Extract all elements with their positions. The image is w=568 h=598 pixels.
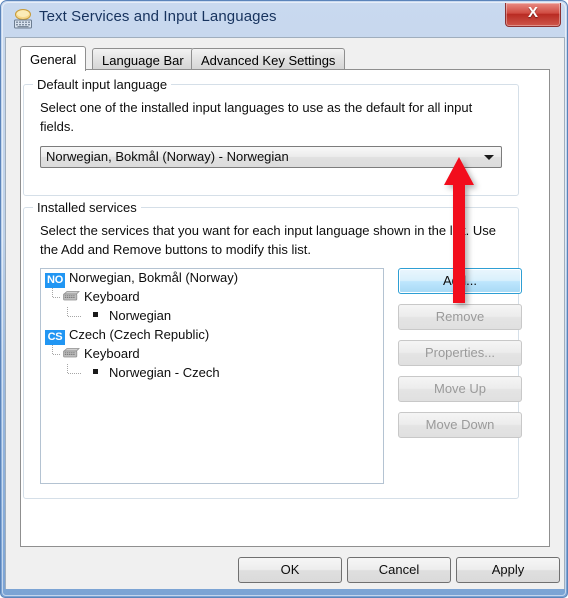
language-badge-icon: CS	[45, 330, 65, 345]
dialog-window: Text Services and Input Languages X Gene…	[0, 0, 568, 598]
ok-button-label: OK	[280, 562, 300, 577]
remove-button[interactable]: Remove	[398, 304, 522, 330]
move-up-button[interactable]: Move Up	[398, 376, 522, 402]
tree-item-label: Czech (Czech Republic)	[69, 327, 210, 342]
properties-button[interactable]: Properties...	[398, 340, 522, 366]
tree-item-label: Norwegian - Czech	[109, 365, 220, 380]
keyboard-icon	[62, 346, 80, 358]
tab-general[interactable]: General	[20, 46, 87, 71]
move-down-button-label: Move Down	[425, 417, 495, 432]
tree-item-label: Keyboard	[84, 289, 140, 304]
tree-item-service[interactable]: Norwegian - Czech	[41, 364, 383, 383]
apply-button[interactable]: Apply	[456, 557, 560, 583]
ok-button[interactable]: OK	[238, 557, 342, 583]
tree-item-category[interactable]: Keyboard	[41, 288, 383, 307]
dialog-client-area: General Language Bar Advanced Key Settin…	[5, 37, 565, 589]
tree-item-language[interactable]: CS Czech (Czech Republic)	[41, 326, 383, 345]
properties-button-label: Properties...	[424, 345, 496, 360]
tree-item-label: Keyboard	[84, 346, 140, 361]
add-button[interactable]: Add...	[398, 268, 522, 294]
tab-advanced-key-settings-label: Advanced Key Settings	[201, 53, 336, 68]
bullet-square-icon	[93, 312, 98, 317]
close-button[interactable]: X	[505, 3, 561, 27]
close-icon: X	[527, 4, 538, 21]
cancel-button-label: Cancel	[378, 562, 420, 577]
group-installed-services: Installed services Select the services t…	[23, 200, 522, 499]
default-input-language-combo-value: Norwegian, Bokmål (Norway) - Norwegian	[46, 149, 289, 164]
keyboard-icon	[62, 289, 80, 301]
tab-advanced-key-settings[interactable]: Advanced Key Settings	[191, 48, 346, 70]
remove-button-label: Remove	[435, 309, 485, 324]
tab-language-bar[interactable]: Language Bar	[92, 48, 194, 70]
tab-language-bar-label: Language Bar	[102, 53, 184, 68]
apply-button-label: Apply	[491, 562, 525, 577]
tab-strip: General Language Bar Advanced Key Settin…	[20, 46, 550, 71]
default-input-language-combo[interactable]: Norwegian, Bokmål (Norway) - Norwegian	[40, 146, 502, 168]
bullet-square-icon	[93, 369, 98, 374]
tree-item-service[interactable]: Norwegian	[41, 307, 383, 326]
tree-item-label: Norwegian	[109, 308, 172, 323]
group-default-input-language-title: Default input language	[33, 77, 172, 92]
tree-item-language[interactable]: NO Norwegian, Bokmål (Norway)	[41, 269, 383, 288]
title-bar: Text Services and Input Languages X	[1, 1, 568, 37]
language-badge-icon: NO	[45, 273, 65, 288]
tab-general-label: General	[30, 52, 77, 67]
installed-services-tree[interactable]: NO Norwegian, Bokmål (Norway) Keyboard N…	[40, 268, 384, 484]
keyboard-language-icon	[12, 8, 34, 30]
installed-services-description: Select the services that you want for ea…	[40, 223, 496, 257]
group-default-input-language: Default input language Select one of the…	[23, 77, 519, 196]
tree-item-category[interactable]: Keyboard	[41, 345, 383, 364]
tree-item-label: Norwegian, Bokmål (Norway)	[69, 270, 239, 285]
group-installed-services-title: Installed services	[33, 200, 141, 215]
cancel-button[interactable]: Cancel	[347, 557, 451, 583]
default-input-language-description: Select one of the installed input langua…	[40, 100, 473, 134]
move-up-button-label: Move Up	[433, 381, 487, 396]
chevron-down-icon	[484, 155, 494, 160]
window-title: Text Services and Input Languages	[39, 8, 277, 25]
move-down-button[interactable]: Move Down	[398, 412, 522, 438]
add-button-label: Add...	[443, 273, 477, 288]
